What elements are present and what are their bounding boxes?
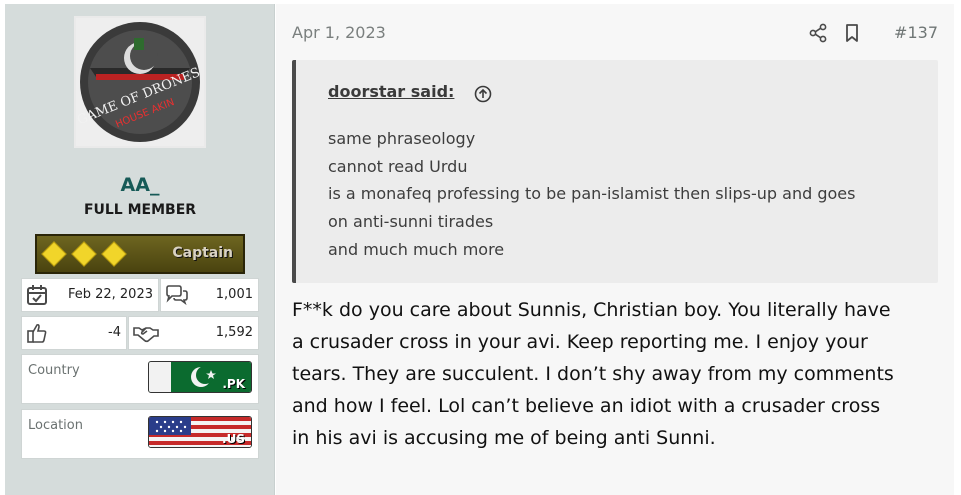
quote-line: cannot read Urdu xyxy=(328,156,468,176)
message-line: a crusader cross in your avi. Keep repor… xyxy=(292,331,868,353)
points-stat: 1,592 xyxy=(128,316,259,350)
user-title: FULL MEMBER xyxy=(83,202,197,218)
quote-line: and much much more xyxy=(328,239,505,259)
calendar-check-icon xyxy=(27,285,47,305)
forum-post: GAME OF DRONES HOUSE AKIN AA_ FULL MEMBE… xyxy=(0,0,961,495)
arrow-up-circle-icon[interactable] xyxy=(474,85,492,103)
location-tld: .US xyxy=(222,432,245,446)
thumbs-up-icon xyxy=(27,323,47,343)
username[interactable]: AA_ xyxy=(5,174,275,196)
joined-stat: Feb 22, 2023 xyxy=(21,278,159,312)
usa-flag-icon: .US xyxy=(148,416,252,448)
reaction-score: -4 xyxy=(108,325,121,340)
page-edge xyxy=(954,0,961,495)
post-body: Apr 1, 2023 #137 doorstar said: same phr… xyxy=(276,4,954,495)
rank-star-icon xyxy=(41,241,67,267)
country-label: Country xyxy=(28,363,80,378)
message-text: F**k do you care about Sunnis, Christian… xyxy=(292,294,942,454)
post-date[interactable]: Apr 1, 2023 xyxy=(292,23,386,42)
handshake-icon xyxy=(133,327,159,343)
quote-line: is a monafeq professing to be pan-islami… xyxy=(328,184,856,204)
message-line: in his avi is accusing me of being anti … xyxy=(292,427,716,449)
message-line: and how I feel. Lol can’t believe an idi… xyxy=(292,395,881,417)
rank-badge: Captain xyxy=(35,234,245,274)
messages-stat: 1,001 xyxy=(160,278,259,312)
avatar-image: GAME OF DRONES HOUSE AKIN xyxy=(76,18,204,146)
comments-icon xyxy=(166,285,188,306)
messages-count: 1,001 xyxy=(215,287,253,302)
country-field: Country .PK xyxy=(21,354,259,404)
quote-author-link[interactable]: doorstar said: xyxy=(328,82,454,101)
message-line: tears. They are succulent. I don’t shy a… xyxy=(292,363,894,385)
rank-star-icon xyxy=(71,241,97,267)
avatar[interactable]: GAME OF DRONES HOUSE AKIN xyxy=(74,16,206,148)
points-count: 1,592 xyxy=(215,325,253,340)
location-field: Location .US xyxy=(21,409,259,459)
location-label: Location xyxy=(28,418,83,433)
country-tld: .PK xyxy=(222,377,245,391)
joined-date: Feb 22, 2023 xyxy=(67,287,153,302)
quote-text: same phraseology cannot read Urdu is a m… xyxy=(328,125,928,264)
message-line: F**k do you care about Sunnis, Christian… xyxy=(292,299,891,321)
share-icon[interactable] xyxy=(808,23,828,43)
quote-line: on anti-sunni tirades xyxy=(328,212,494,232)
rank-label: Captain xyxy=(172,245,233,261)
rank-star-icon xyxy=(101,241,127,267)
post-number[interactable]: #137 xyxy=(894,23,938,42)
reaction-stat: -4 xyxy=(21,316,127,350)
user-sidebar: GAME OF DRONES HOUSE AKIN AA_ FULL MEMBE… xyxy=(5,4,275,495)
quote-block: doorstar said: same phraseology cannot r… xyxy=(292,60,938,283)
pakistan-flag-icon: .PK xyxy=(148,361,252,393)
bookmark-icon[interactable] xyxy=(842,23,862,43)
quote-line: same phraseology xyxy=(328,129,476,148)
